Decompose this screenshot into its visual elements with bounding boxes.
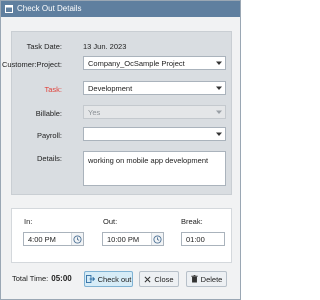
details-label: Details:: [36, 154, 62, 163]
customer-project-value: Company_OcSample Project: [88, 58, 185, 68]
chevron-down-icon[interactable]: [213, 128, 225, 140]
customer-project-select[interactable]: Company_OcSample Project: [83, 56, 226, 70]
total-time-value: 05:00: [51, 274, 72, 283]
task-date-label: Task Date:: [26, 42, 62, 51]
close-icon: [144, 276, 151, 283]
break-input[interactable]: 01:00: [181, 232, 225, 246]
in-time-picker[interactable]: 4:00 PM: [23, 232, 84, 246]
break-value: 01:00: [186, 234, 205, 244]
close-label: Close: [154, 274, 174, 284]
total-time: Total Time: 05:00: [12, 274, 72, 283]
out-time-picker[interactable]: 10:00 PM: [102, 232, 164, 246]
checkout-icon: [85, 275, 95, 283]
check-out-button[interactable]: Check out: [84, 271, 133, 287]
total-time-label: Total Time:: [12, 274, 49, 283]
in-label: In:: [24, 217, 33, 226]
task-select[interactable]: Development: [83, 81, 226, 95]
out-label: Out:: [103, 217, 118, 226]
trash-icon: [190, 275, 198, 283]
clock-icon[interactable]: [151, 233, 163, 245]
check-out-dialog: Check Out Details Task Date: 13 Jun. 202…: [0, 0, 241, 300]
delete-button[interactable]: Delete: [186, 271, 227, 287]
close-button[interactable]: Close: [139, 271, 179, 287]
window-icon: [5, 5, 13, 13]
billable-select: Yes: [83, 105, 226, 119]
window-title: Check Out Details: [17, 4, 82, 13]
chevron-down-icon: [213, 106, 225, 118]
break-label: Break:: [181, 217, 203, 226]
payroll-select[interactable]: [83, 127, 226, 141]
customer-project-label: Customer:Project:: [1, 60, 62, 69]
check-out-label: Check out: [97, 274, 132, 284]
task-value: Development: [88, 83, 133, 93]
task-label: Task:: [44, 85, 62, 94]
out-time-value: 10:00 PM: [107, 234, 140, 244]
task-date-value: 13 Jun. 2023: [83, 42, 127, 51]
billable-label: Billable:: [35, 109, 62, 118]
clock-icon[interactable]: [71, 233, 83, 245]
delete-label: Delete: [200, 274, 223, 284]
chevron-down-icon[interactable]: [213, 82, 225, 94]
in-time-value: 4:00 PM: [28, 234, 56, 244]
billable-value: Yes: [88, 107, 101, 117]
chevron-down-icon[interactable]: [213, 57, 225, 69]
title-bar[interactable]: Check Out Details: [1, 1, 240, 17]
payroll-label: Payroll:: [36, 131, 62, 140]
details-textarea[interactable]: working on mobile app development: [83, 151, 226, 186]
